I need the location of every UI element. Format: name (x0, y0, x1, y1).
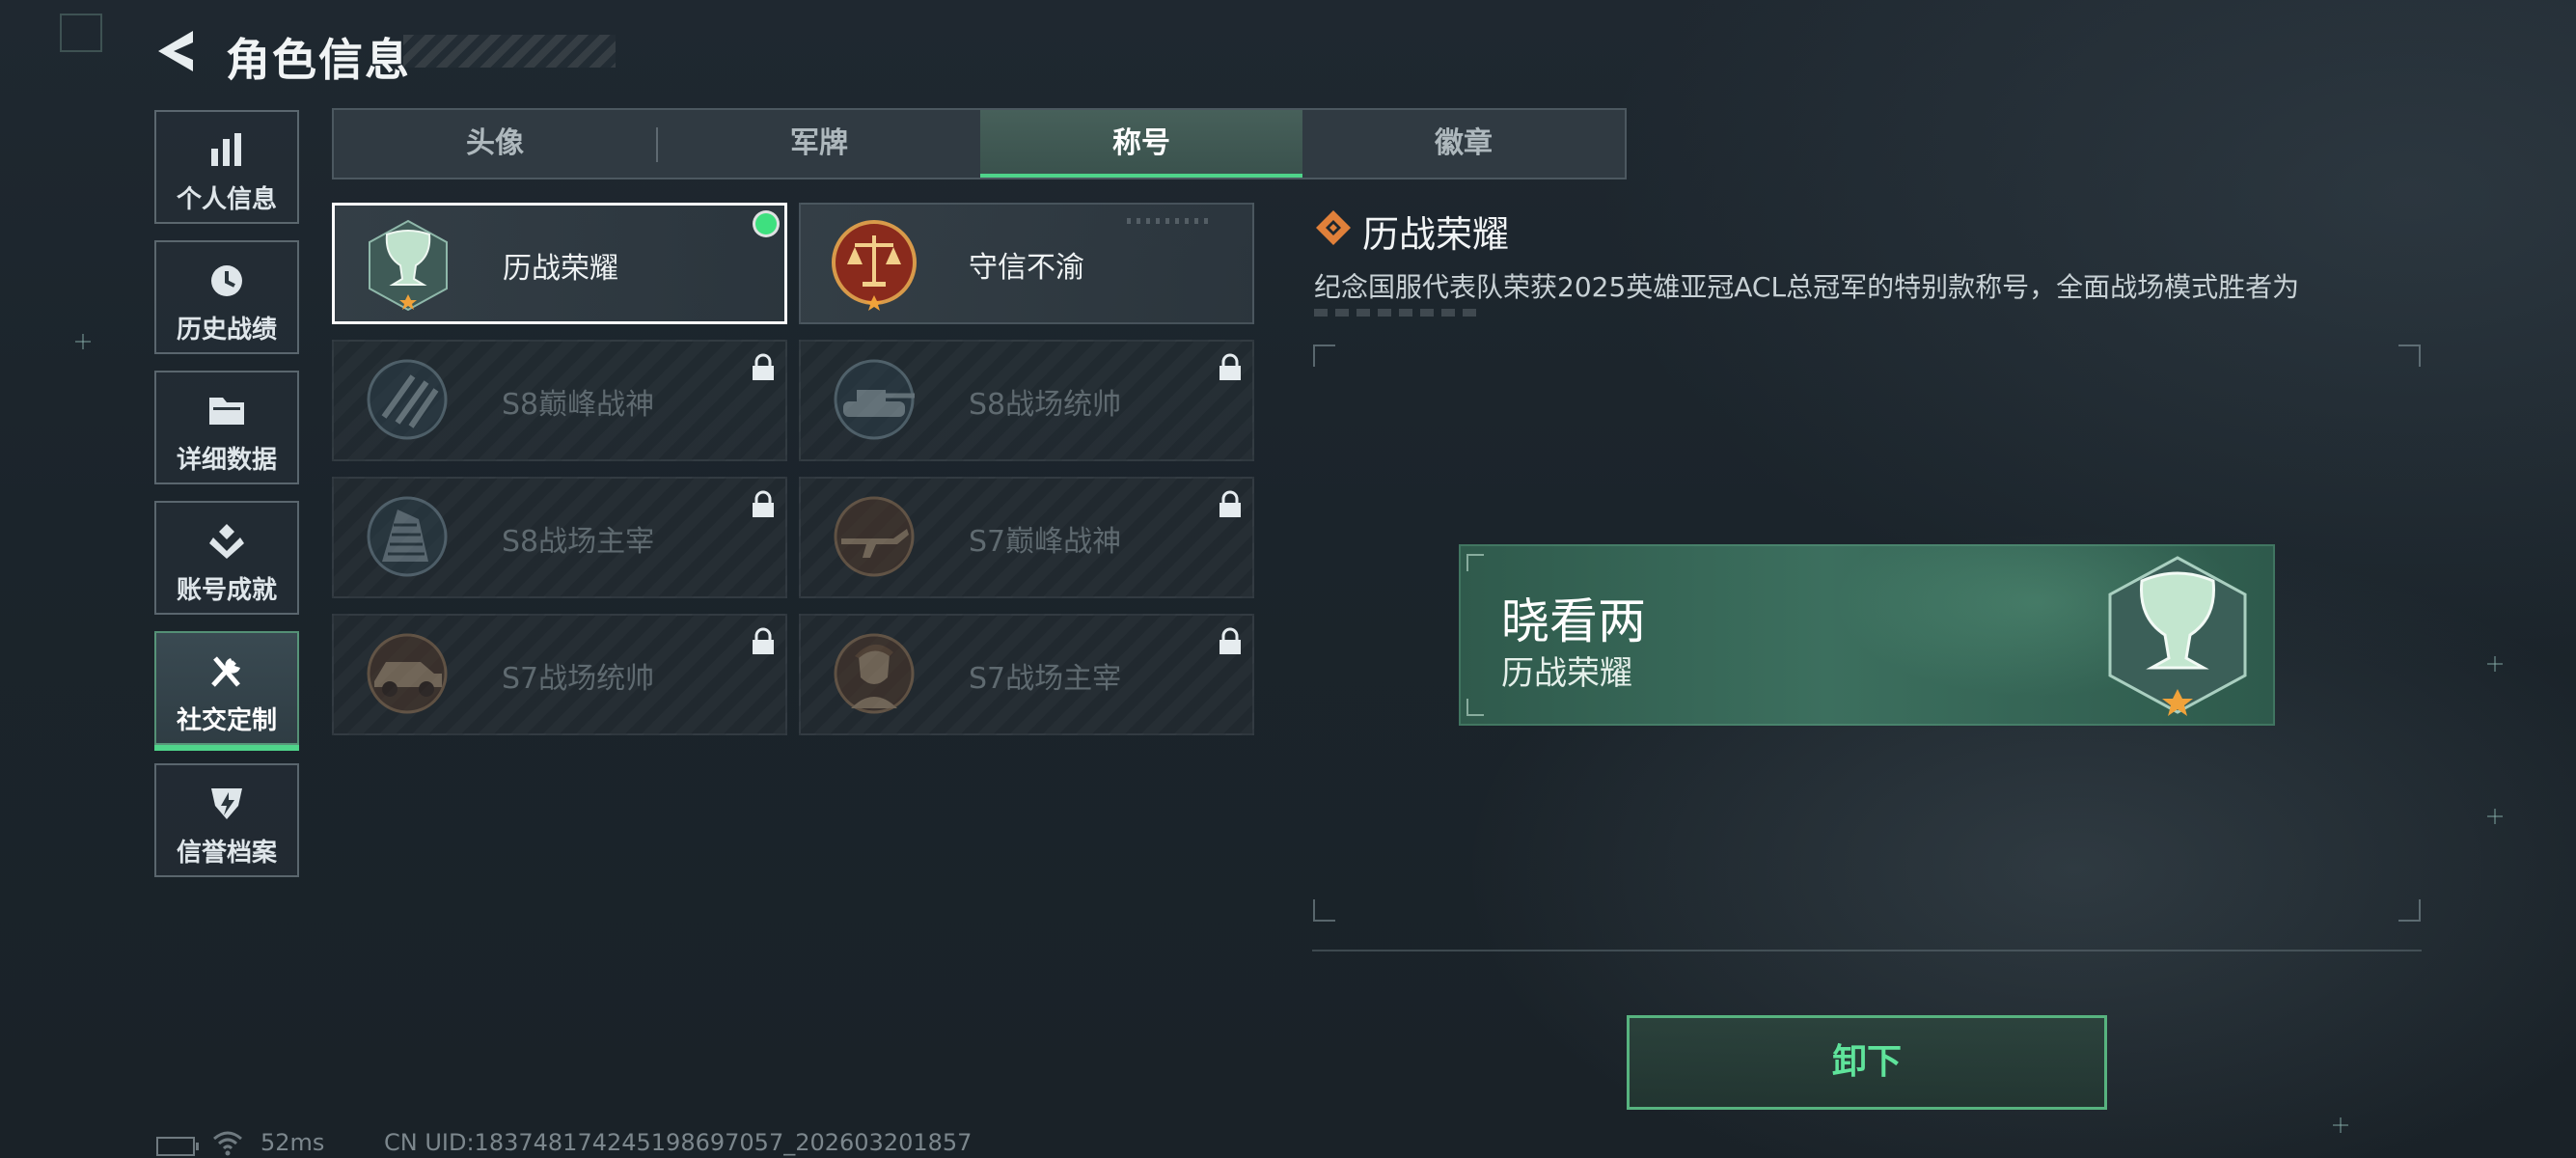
title-card[interactable]: S8战场统帅 (799, 340, 1254, 461)
sidebar-item-achievements[interactable]: 账号成就 (154, 501, 299, 615)
wifi-icon (213, 1131, 242, 1156)
tab-badge[interactable]: 徽章 (1302, 110, 1625, 178)
description-overflow (1314, 309, 1478, 317)
sidebar-item-label: 信誉档案 (176, 839, 277, 868)
title-preview-banner: 晓看两 历战荣耀 (1459, 544, 2275, 726)
sidebar-item-label: 账号成就 (176, 576, 277, 605)
title-card-label: S8战场主宰 (502, 525, 655, 559)
banner-corner (1466, 699, 1484, 716)
category-tabs: 头像 军牌 称号 徽章 (332, 108, 1627, 179)
sidebar-item-label: 历史战绩 (176, 316, 277, 345)
title-card[interactable]: 守信不渝 (799, 203, 1254, 324)
sidebar-item-label: 详细数据 (176, 446, 277, 475)
scales-emblem-icon (832, 220, 917, 311)
equipped-indicator (755, 213, 777, 234)
sidebar-item-credit-record[interactable]: 信誉档案 (154, 763, 299, 877)
slash-emblem-icon (367, 359, 448, 440)
title-card-label: S8战场统帅 (969, 388, 1122, 422)
achievement-icon (209, 524, 244, 559)
panel-divider (1312, 950, 2422, 951)
detail-description: 纪念国服代表队荣获2025英雄亚冠ACL总冠军的特别款称号，全面战场模式胜者为 (1314, 271, 2300, 303)
detail-title: 历战荣耀 (1362, 213, 1510, 256)
trophy-emblem-icon (369, 219, 448, 312)
bar-chart-icon (211, 133, 241, 166)
lock-icon (753, 353, 774, 380)
preview-player-name: 晓看两 (1501, 593, 1646, 649)
tab-title[interactable]: 称号 (980, 110, 1302, 178)
title-card-label: 历战荣耀 (503, 252, 618, 286)
user-uid: CN UID:183748174245198697057_20260320185… (384, 1129, 973, 1156)
title-card-label: S8巅峰战神 (502, 388, 655, 422)
title-card[interactable]: S7战场主宰 (799, 614, 1254, 735)
banner-corner (1466, 554, 1484, 571)
title-card[interactable]: S7战场统帅 (332, 614, 787, 735)
battery-icon (156, 1137, 199, 1156)
sidebar-item-match-history[interactable]: 历史战绩 (154, 240, 299, 354)
lock-icon (753, 627, 774, 654)
plus-decoration (2487, 656, 2503, 672)
clock-icon (211, 265, 242, 296)
title-card-label: S7巅峰战神 (969, 525, 1122, 559)
tools-icon (211, 656, 240, 687)
sidebar-item-detailed-data[interactable]: 详细数据 (154, 371, 299, 484)
title-card-label: S7战场统帅 (502, 662, 655, 696)
title-card[interactable]: S8战场主宰 (332, 477, 787, 598)
lock-icon (753, 490, 774, 517)
plus-decoration (75, 334, 91, 349)
tab-dog-tag[interactable]: 军牌 (658, 110, 980, 178)
card-decoration (1127, 218, 1214, 224)
title-card-label: 守信不渝 (969, 251, 1084, 285)
title-decoration (403, 35, 616, 68)
sidebar-item-label: 社交定制 (176, 706, 277, 735)
back-arrow-icon[interactable] (152, 27, 199, 75)
ping-indicator: 52ms (260, 1129, 325, 1156)
title-card[interactable]: 历战荣耀 (332, 203, 787, 324)
lock-icon (1219, 353, 1241, 380)
page-title: 角色信息 (226, 34, 411, 86)
title-card-label: S7战场主宰 (969, 662, 1122, 696)
rifle-emblem-icon (834, 496, 915, 577)
folder-icon (209, 398, 244, 425)
lock-icon (1219, 627, 1241, 654)
title-diamond-icon (1316, 210, 1351, 245)
lock-icon (1219, 490, 1241, 517)
sidebar-item-label: 个人信息 (176, 185, 277, 214)
sidebar-item-social-customization[interactable]: 社交定制 (154, 631, 299, 751)
preview-title: 历战荣耀 (1501, 654, 1632, 693)
tab-avatar[interactable]: 头像 (334, 110, 656, 178)
title-card[interactable]: S7巅峰战神 (799, 477, 1254, 598)
unequip-button[interactable]: 卸下 (1627, 1015, 2107, 1110)
corner-decoration (60, 14, 102, 52)
sidebar-item-personal-info[interactable]: 个人信息 (154, 110, 299, 224)
title-card[interactable]: S8巅峰战神 (332, 340, 787, 461)
shield-icon (211, 788, 242, 819)
plus-decoration (2487, 809, 2503, 824)
building-emblem-icon (367, 496, 448, 577)
vehicle-emblem-icon (367, 633, 448, 714)
plus-decoration (2333, 1117, 2348, 1133)
trophy-emblem-icon (2108, 556, 2247, 716)
tank-emblem-icon (834, 359, 915, 440)
soldier-emblem-icon (834, 633, 915, 714)
